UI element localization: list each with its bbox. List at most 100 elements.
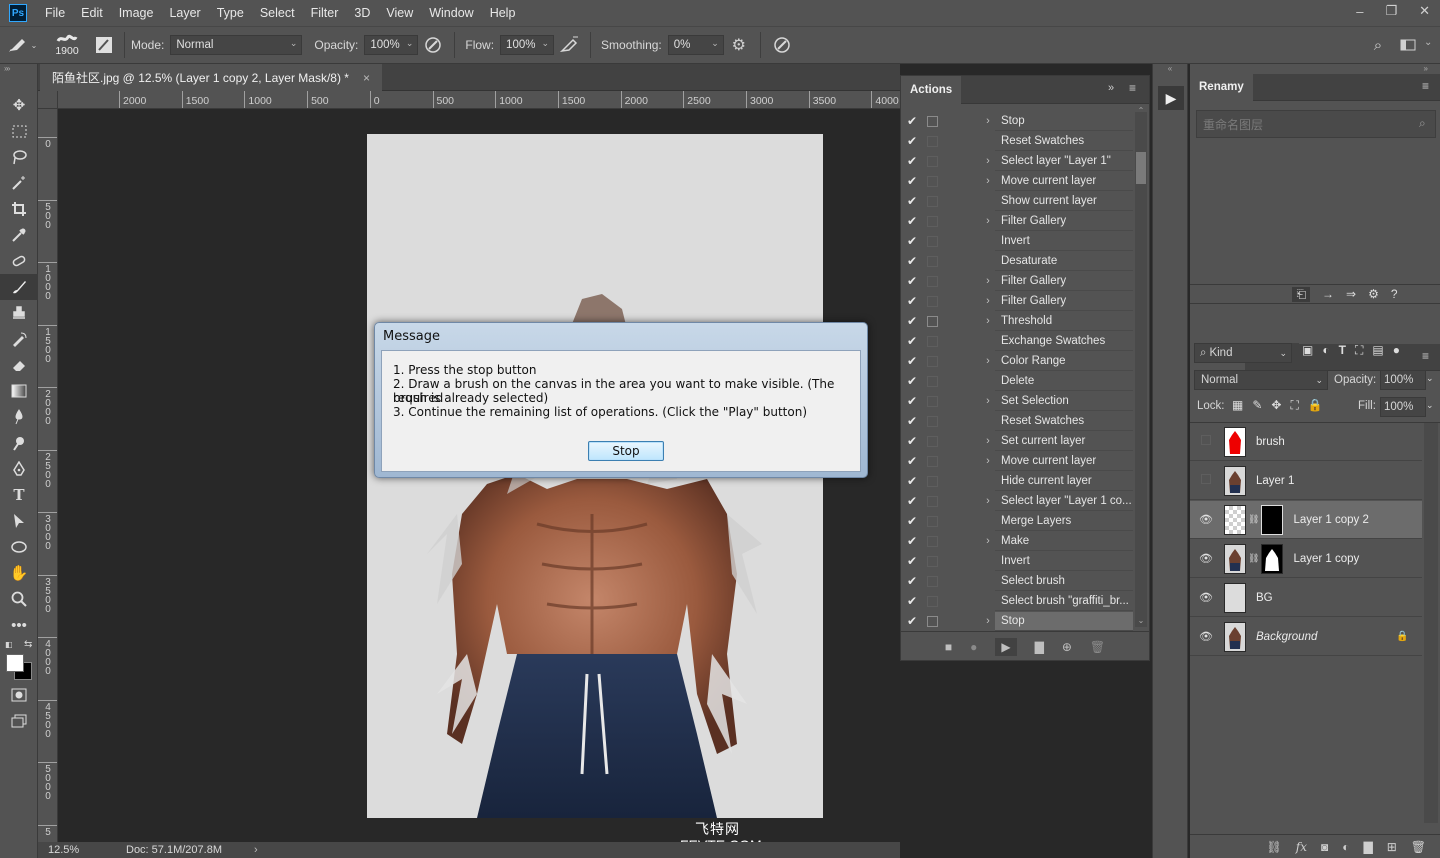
check-icon[interactable]: ✔ — [901, 174, 923, 188]
rename-icon[interactable]: ⎗ — [1292, 286, 1311, 302]
check-icon[interactable]: ✔ — [901, 114, 923, 128]
check-icon[interactable]: ✔ — [901, 374, 923, 388]
layer-row[interactable]: 👁 ⛓ Layer 1 copy — [1190, 540, 1422, 578]
chevron-down-icon[interactable]: ⌄ — [1426, 400, 1434, 411]
expand-chevron-icon[interactable]: › — [980, 275, 996, 287]
layer-name[interactable]: Background — [1256, 631, 1317, 643]
dialog-toggle-icon[interactable] — [927, 335, 938, 347]
dialog-toggle-icon[interactable] — [927, 315, 938, 327]
dialog-toggle-icon[interactable] — [927, 155, 938, 167]
eye-icon[interactable]: 👁 — [1190, 591, 1222, 604]
menu-view[interactable]: View — [378, 0, 421, 26]
layer-thumbnail[interactable] — [1224, 543, 1246, 574]
action-row[interactable]: ✔ Select brush "graffiti_br... — [901, 591, 1133, 611]
filter-smart-object-icon[interactable]: ▤ — [1372, 343, 1383, 358]
action-row[interactable]: ✔ Merge Layers — [901, 511, 1133, 531]
tab-renamy[interactable]: Renamy — [1190, 73, 1253, 101]
menu-window[interactable]: Window — [421, 0, 481, 26]
dialog-stop-button[interactable]: Stop — [588, 441, 664, 461]
mask-link-icon[interactable]: ⛓ — [1248, 553, 1259, 564]
expand-chevron-icon[interactable]: › — [980, 215, 996, 227]
double-arrow-icon[interactable]: ⇒ — [1346, 287, 1356, 301]
action-row[interactable]: ✔ Invert — [901, 551, 1133, 571]
layer-row[interactable]: 👁 ⛓ Layer 1 copy 2 — [1190, 501, 1422, 539]
dialog-toggle-icon[interactable] — [927, 475, 938, 487]
scroll-up-icon[interactable]: ⌃ — [1135, 106, 1147, 115]
chevron-down-icon[interactable]: ⌄ — [1426, 373, 1434, 384]
action-row[interactable]: ✔ Desaturate — [901, 251, 1133, 271]
dialog-toggle-icon[interactable] — [927, 395, 938, 407]
action-row[interactable]: ✔ › Color Range — [901, 351, 1133, 371]
screen-mode-icon[interactable] — [0, 708, 38, 734]
dialog-toggle-icon[interactable] — [927, 255, 938, 267]
action-row[interactable]: ✔ › Set Selection — [901, 391, 1133, 411]
check-icon[interactable]: ✔ — [901, 234, 923, 248]
dialog-toggle-icon[interactable] — [927, 175, 938, 187]
eye-icon[interactable]: 👁 — [1190, 630, 1222, 643]
action-row[interactable]: ✔ Hide current layer — [901, 471, 1133, 491]
lock-all-icon[interactable]: 🔒 — [1308, 398, 1323, 413]
action-row[interactable]: ✔ › Filter Gallery — [901, 291, 1133, 311]
add-mask-icon[interactable]: ◙ — [1321, 840, 1328, 854]
layer-name[interactable]: Layer 1 copy — [1293, 553, 1359, 565]
collapse-icon[interactable]: » — [6, 64, 10, 73]
menu-3d[interactable]: 3D — [346, 0, 378, 26]
mode-select[interactable]: Normal ⌄ — [170, 35, 303, 55]
check-icon[interactable]: ✔ — [901, 454, 923, 468]
layer-mask-thumbnail[interactable] — [1261, 504, 1284, 535]
layer-thumbnail[interactable] — [1224, 621, 1246, 652]
check-icon[interactable]: ✔ — [901, 134, 923, 148]
expand-chevron-icon[interactable]: › — [980, 355, 996, 367]
menu-edit[interactable]: Edit — [73, 0, 111, 26]
expand-chevron-icon[interactable]: › — [980, 535, 996, 547]
filter-type-icon[interactable]: T — [1339, 343, 1346, 358]
panel-menu-icon[interactable]: ≡ — [1129, 81, 1136, 95]
flow-input[interactable]: 100% ⌄ — [500, 35, 555, 55]
expand-chevron-icon[interactable]: › — [980, 295, 996, 307]
filter-toggle-icon[interactable]: ● — [1393, 343, 1400, 358]
lock-pixels-icon[interactable]: ✎ — [1252, 398, 1262, 413]
dialog-toggle-icon[interactable] — [927, 135, 938, 147]
zoom-level[interactable]: 12.5% — [38, 844, 114, 856]
stop-recording-icon[interactable]: ■ — [945, 640, 952, 654]
action-row[interactable]: ✔ Reset Swatches — [901, 131, 1133, 151]
check-icon[interactable]: ✔ — [901, 194, 923, 208]
action-row[interactable]: ✔ Invert — [901, 231, 1133, 251]
pen-tool-icon[interactable] — [0, 456, 38, 482]
expand-chevron-icon[interactable]: › — [980, 455, 996, 467]
lock-position-icon[interactable]: ✥ — [1271, 398, 1281, 413]
action-row[interactable]: ✔ Reset Swatches — [901, 411, 1133, 431]
layer-opacity-input[interactable]: 100% — [1380, 370, 1426, 390]
expand-chevron-icon[interactable]: › — [980, 175, 996, 187]
healing-brush-tool-icon[interactable] — [0, 248, 38, 274]
pressure-size-icon[interactable] — [767, 27, 797, 63]
action-row[interactable]: ✔ › Select layer "Layer 1 co... — [901, 491, 1133, 511]
dodge-tool-icon[interactable] — [0, 430, 38, 456]
brush-tool-icon[interactable] — [0, 274, 38, 300]
dialog-toggle-icon[interactable] — [927, 295, 938, 307]
brush-size-picker[interactable]: 1900 — [44, 27, 90, 63]
dialog-toggle-icon[interactable] — [927, 555, 938, 567]
dialog-toggle-icon[interactable] — [927, 195, 938, 207]
filter-pixel-icon[interactable]: ▣ — [1302, 343, 1313, 358]
brush-tool-preset-icon[interactable]: ⌄ — [0, 27, 44, 63]
menu-filter[interactable]: Filter — [303, 0, 347, 26]
expand-chevron-icon[interactable]: › — [980, 115, 996, 127]
lock-artboard-icon[interactable]: ⛶ — [1290, 398, 1298, 413]
dialog-toggle-icon[interactable] — [927, 595, 938, 607]
dialog-toggle-icon[interactable] — [927, 575, 938, 587]
layer-row[interactable]: 👁 Background 🔒 — [1190, 618, 1422, 656]
clone-stamp-tool-icon[interactable] — [0, 300, 38, 326]
type-tool-icon[interactable]: T — [0, 482, 38, 508]
path-selection-tool-icon[interactable] — [0, 508, 38, 534]
check-icon[interactable]: ✔ — [901, 514, 923, 528]
move-tool-icon[interactable]: ✥ — [0, 92, 38, 118]
dialog-toggle-icon[interactable] — [927, 275, 938, 287]
fill-input[interactable]: 100% — [1380, 397, 1426, 417]
play-icon[interactable]: ▶ — [995, 637, 1017, 656]
check-icon[interactable]: ✔ — [901, 414, 923, 428]
check-icon[interactable]: ✔ — [901, 274, 923, 288]
action-row[interactable]: ✔ Select brush — [901, 571, 1133, 591]
close-tab-icon[interactable]: × — [363, 71, 370, 85]
action-row[interactable]: ✔ › Select layer "Layer 1" — [901, 151, 1133, 171]
